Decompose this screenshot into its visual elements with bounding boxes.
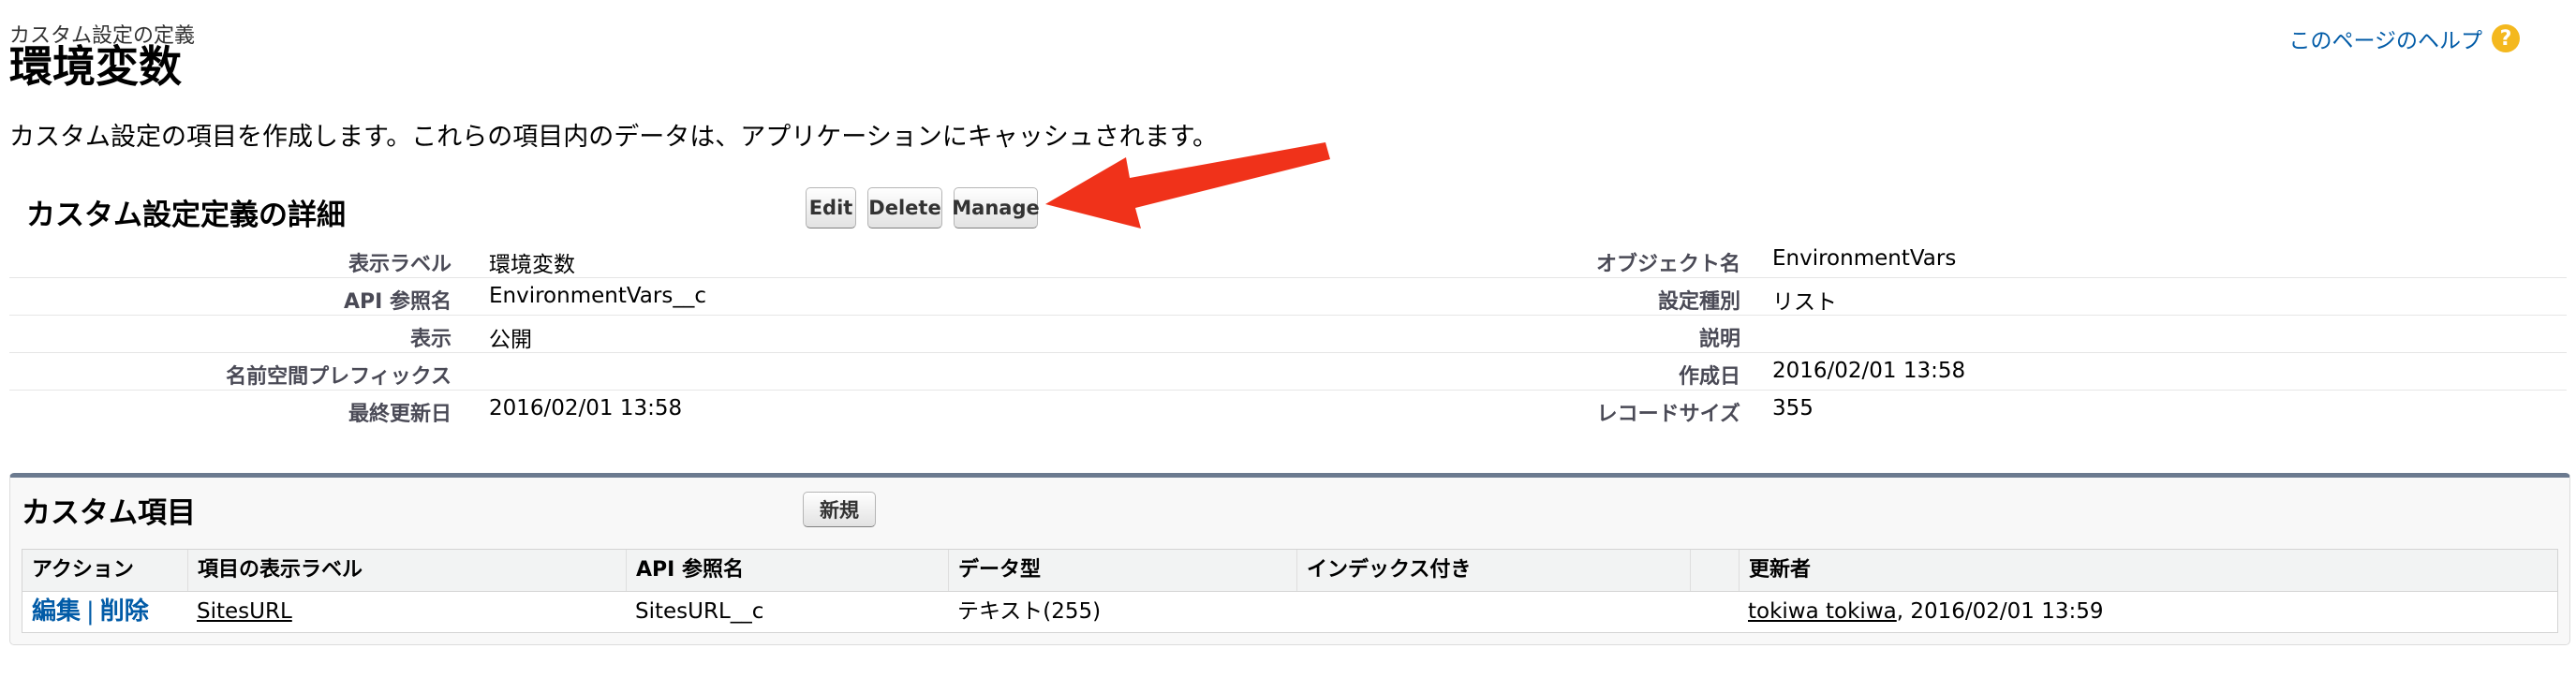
- column-header: インデックス付き: [1296, 550, 1690, 591]
- detail-label: レコードサイズ: [1596, 403, 1740, 426]
- page-title: 環境変数: [9, 41, 182, 92]
- detail-value: リスト: [1772, 290, 1837, 315]
- detail-label: 説明: [1698, 328, 1740, 351]
- api-name-cell: SitesURL__c: [635, 599, 764, 624]
- detail-value: EnvironmentVars__c: [489, 284, 706, 308]
- manage-button[interactable]: Manage: [952, 187, 1040, 229]
- table-header: アクション 項目の表示ラベル API 参照名 データ型 インデックス付き 更新者: [22, 550, 2557, 592]
- detail-label: 作成日: [1678, 365, 1740, 389]
- edit-button[interactable]: Edit: [806, 187, 856, 229]
- detail-label: 設定種別: [1657, 290, 1740, 314]
- delete-link[interactable]: 削除: [100, 597, 149, 626]
- action-separator: |: [86, 597, 95, 626]
- column-header: 更新者: [1739, 550, 2557, 591]
- detail-label: 表示ラベル: [348, 253, 452, 276]
- field-label-cell: SitesURL: [187, 591, 626, 632]
- custom-fields-table: アクション 項目の表示ラベル API 参照名 データ型 インデックス付き 更新者…: [22, 549, 2558, 633]
- detail-value: 2016/02/01 13:58: [489, 396, 683, 420]
- detail-value: 環境変数: [489, 253, 575, 277]
- detail-value: EnvironmentVars: [1772, 246, 1957, 271]
- column-header: データ型: [948, 550, 1296, 591]
- help-link[interactable]: このページのヘルプ ?: [2288, 22, 2520, 54]
- detail-value: 公開: [489, 328, 532, 352]
- detail-row: 最終更新日 2016/02/01 13:58 レコードサイズ 355: [9, 390, 2567, 427]
- help-link-label[interactable]: このページのヘルプ: [2288, 22, 2482, 54]
- modified-by-user-link[interactable]: tokiwa tokiwa: [1748, 599, 1897, 624]
- page-description: カスタム設定の項目を作成します。これらの項目内のデータは、アプリケーションにキャ…: [9, 123, 1219, 152]
- detail-value: 355: [1772, 396, 1814, 420]
- detail-section-title: カスタム設定定義の詳細: [26, 199, 346, 232]
- column-header: [1690, 550, 1739, 591]
- detail-label: API 参照名: [344, 290, 452, 314]
- detail-label: 最終更新日: [348, 403, 452, 426]
- column-header: 項目の表示ラベル: [187, 550, 626, 591]
- detail-value: 2016/02/01 13:58: [1772, 359, 1966, 383]
- modified-by-date: , 2016/02/01 13:59: [1896, 599, 2104, 624]
- annotation-arrow-icon: [1045, 142, 1330, 229]
- edit-link[interactable]: 編集: [32, 597, 81, 626]
- column-header: アクション: [32, 558, 134, 582]
- indexed-cell: [1296, 591, 1690, 632]
- detail-label: 表示: [409, 328, 452, 351]
- modified-by-cell: tokiwa tokiwa, 2016/02/01 13:59: [1739, 591, 2557, 632]
- detail-row: API 参照名 EnvironmentVars__c 設定種別 リスト: [9, 277, 2567, 316]
- data-type-cell: テキスト(255): [957, 599, 1102, 624]
- help-icon[interactable]: ?: [2492, 24, 2520, 52]
- column-header: API 参照名: [626, 550, 948, 591]
- row-actions: 編集 | 削除: [22, 591, 187, 632]
- detail-label: オブジェクト名: [1595, 253, 1740, 276]
- custom-fields-title: カスタム項目: [22, 496, 196, 530]
- delete-button[interactable]: Delete: [867, 187, 942, 229]
- detail-row: 名前空間プレフィックス 作成日 2016/02/01 13:58: [9, 352, 2567, 391]
- new-field-button[interactable]: 新規: [803, 492, 876, 527]
- field-label-link[interactable]: SitesURL: [197, 599, 292, 624]
- detail-row: 表示ラベル 環境変数 オブジェクト名 EnvironmentVars: [9, 240, 2567, 278]
- custom-fields-section: カスタム項目 新規 アクション 項目の表示ラベル API 参照名 データ型 イン…: [9, 473, 2570, 645]
- detail-row: 表示 公開 説明: [9, 315, 2567, 353]
- detail-label: 名前空間プレフィックス: [226, 365, 452, 389]
